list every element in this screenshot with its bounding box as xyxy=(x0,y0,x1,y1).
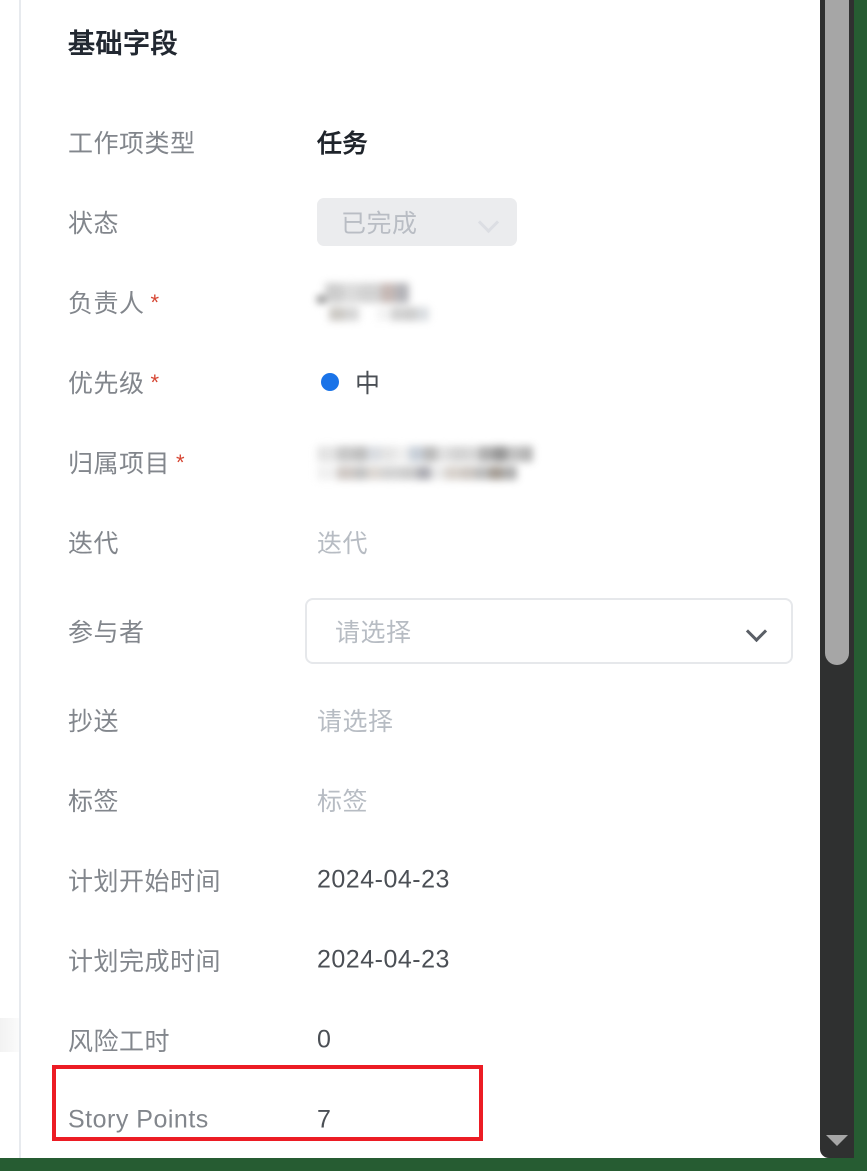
redacted-line xyxy=(317,283,429,303)
field-label-participants: 参与者 xyxy=(68,613,145,649)
label-text: Story Points xyxy=(68,1105,209,1134)
label-text: 计划开始时间 xyxy=(68,868,222,896)
field-value-belonging-project-redacted[interactable] xyxy=(317,444,533,480)
basic-fields-panel: 基础字段 工作项类型 任务 状态 已完成 负责人 * 优先级 * 中 归属项目 … xyxy=(21,0,820,1158)
window-border-bottom xyxy=(0,1158,867,1171)
field-label-risk-hours: 风险工时 xyxy=(68,1022,170,1058)
field-label-assignee: 负责人 * xyxy=(68,284,160,320)
field-value-planned-end-time[interactable]: 2024-04-23 xyxy=(317,946,450,975)
field-value-work-item-type[interactable]: 任务 xyxy=(317,124,368,160)
redacted-line xyxy=(317,462,533,480)
field-value-planned-start-time[interactable]: 2024-04-23 xyxy=(317,866,450,895)
field-label-story-points: Story Points xyxy=(68,1106,209,1135)
label-text: 状态 xyxy=(68,210,120,238)
field-row-planned-start-time: 计划开始时间 2024-04-23 xyxy=(21,840,820,920)
required-asterisk: * xyxy=(150,290,160,315)
field-value-cc[interactable]: 请选择 xyxy=(317,702,394,738)
left-edge-shade xyxy=(0,1018,19,1052)
vertical-scrollbar[interactable] xyxy=(820,0,854,1158)
label-text: 标签 xyxy=(68,788,120,816)
field-value-priority[interactable]: 中 xyxy=(355,364,381,400)
task-detail-panel: 基础字段 工作项类型 任务 状态 已完成 负责人 * 优先级 * 中 归属项目 … xyxy=(0,0,867,1171)
field-row-belonging-project: 归属项目 * xyxy=(21,422,820,502)
field-row-planned-end-time: 计划完成时间 2024-04-23 xyxy=(21,920,820,1000)
field-value-risk-hours[interactable]: 0 xyxy=(317,1026,331,1055)
chevron-down-icon xyxy=(479,212,499,232)
page-title: 基础字段 xyxy=(68,29,178,59)
label-text: 工作项类型 xyxy=(68,130,196,158)
field-label-planned-start-time: 计划开始时间 xyxy=(68,862,221,898)
required-asterisk: * xyxy=(176,450,186,475)
field-row-story-points: Story Points 7 xyxy=(21,1080,820,1160)
priority-dot-icon xyxy=(321,373,339,391)
label-text: 风险工时 xyxy=(68,1028,171,1056)
basic-fields-form: 工作项类型 任务 状态 已完成 负责人 * 优先级 * 中 归属项目 * 迭代 … xyxy=(21,102,820,1160)
field-row-iteration: 迭代 迭代 xyxy=(21,502,820,582)
required-asterisk: * xyxy=(150,370,160,395)
label-text: 迭代 xyxy=(68,530,120,558)
label-text: 负责人 xyxy=(68,290,145,318)
chevron-down-icon xyxy=(747,621,767,641)
scrollbar-thumb[interactable] xyxy=(825,0,849,665)
field-value-iteration[interactable]: 迭代 xyxy=(317,524,368,560)
status-select[interactable]: 已完成 xyxy=(317,198,517,246)
field-row-tags: 标签 标签 xyxy=(21,760,820,840)
field-label-priority: 优先级 * xyxy=(68,364,160,400)
field-label-tags: 标签 xyxy=(68,782,119,818)
participants-placeholder: 请选择 xyxy=(335,619,412,647)
field-row-risk-hours: 风险工时 0 xyxy=(21,1000,820,1080)
redacted-line xyxy=(317,303,429,321)
triangle-down-icon[interactable] xyxy=(826,1135,848,1146)
label-text: 归属项目 xyxy=(68,450,171,478)
field-label-work-item-type: 工作项类型 xyxy=(68,124,196,160)
label-text: 计划完成时间 xyxy=(68,948,222,976)
field-label-cc: 抄送 xyxy=(68,702,119,738)
field-row-work-item-type: 工作项类型 任务 xyxy=(21,102,820,182)
field-row-priority: 优先级 * 中 xyxy=(21,342,820,422)
field-value-story-points[interactable]: 7 xyxy=(317,1106,331,1135)
label-text: 参与者 xyxy=(68,619,145,647)
status-value: 已完成 xyxy=(341,210,418,238)
participants-select[interactable]: 请选择 xyxy=(305,598,793,664)
redacted-line xyxy=(317,444,533,462)
field-label-status: 状态 xyxy=(68,204,119,240)
field-label-belonging-project: 归属项目 * xyxy=(68,444,185,480)
label-text: 抄送 xyxy=(68,708,120,736)
field-value-tags[interactable]: 标签 xyxy=(317,782,368,818)
field-row-status: 状态 已完成 xyxy=(21,182,820,262)
field-value-assignee-redacted[interactable] xyxy=(317,283,429,321)
window-border-right xyxy=(854,0,867,1171)
field-row-cc: 抄送 请选择 xyxy=(21,680,820,760)
field-label-planned-end-time: 计划完成时间 xyxy=(68,942,221,978)
label-text: 优先级 xyxy=(68,370,145,398)
field-row-participants: 参与者 请选择 xyxy=(21,582,820,680)
field-label-iteration: 迭代 xyxy=(68,524,119,560)
field-row-assignee: 负责人 * xyxy=(21,262,820,342)
